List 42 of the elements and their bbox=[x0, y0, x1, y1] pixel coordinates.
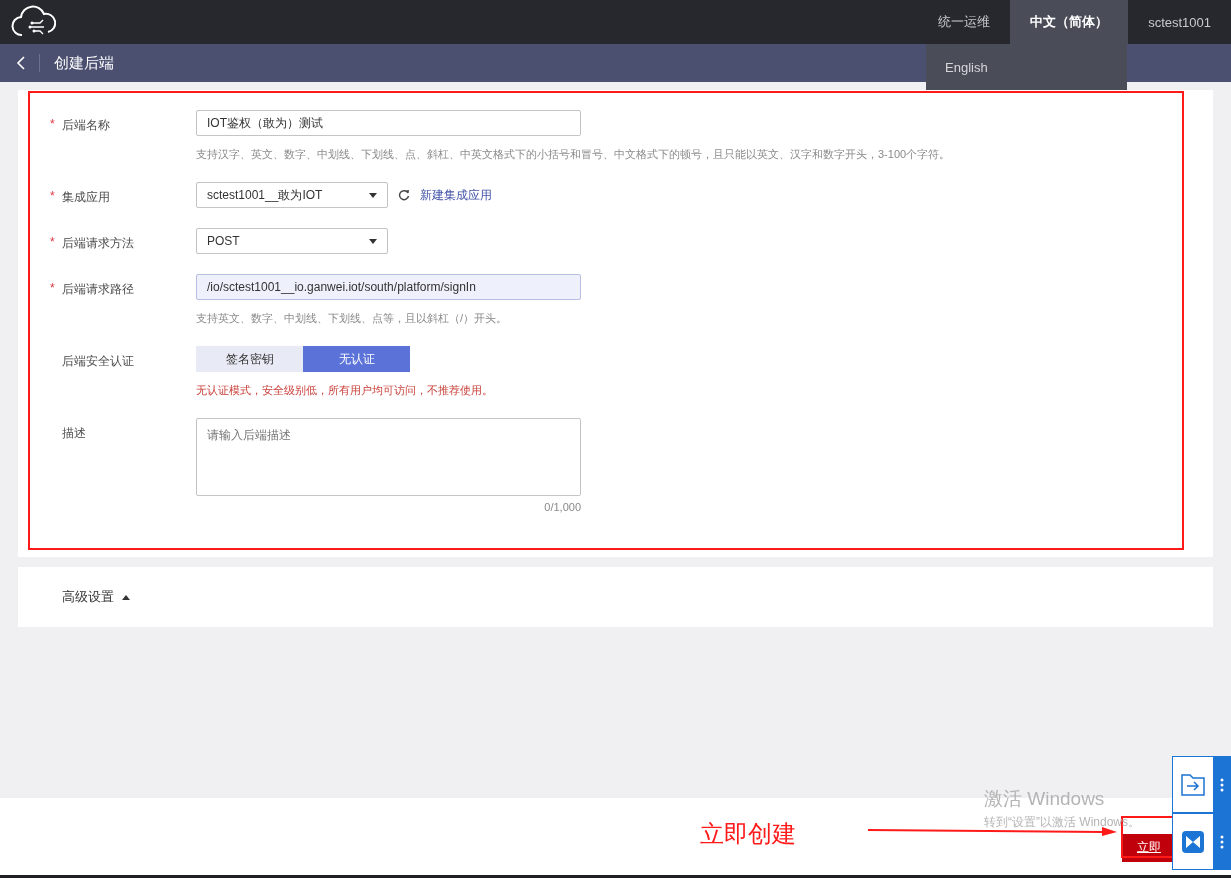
required-mark: * bbox=[50, 117, 56, 131]
back-icon[interactable] bbox=[16, 56, 25, 70]
folder-arrow-icon bbox=[1181, 773, 1205, 796]
required-mark: * bbox=[50, 281, 56, 295]
field-label: 后端名称 bbox=[62, 117, 110, 134]
warning-text: 无认证模式，安全级别低，所有用户均可访问，不推荐使用。 bbox=[196, 383, 494, 398]
page-title: 创建后端 bbox=[54, 53, 114, 73]
annotation-text: 立即创建 bbox=[700, 819, 796, 849]
advanced-settings-toggle[interactable]: 高级设置 bbox=[62, 588, 114, 606]
nav-item[interactable]: sctest1001 bbox=[1128, 0, 1231, 44]
description-textarea[interactable]: 请输入后端描述 bbox=[196, 418, 581, 496]
caret-icon bbox=[369, 192, 377, 198]
menu-item[interactable]: English bbox=[945, 59, 988, 75]
select-dropdown[interactable]: sctest1001__敢为IOT bbox=[196, 182, 388, 208]
activation-notice-title: 激活 Windows bbox=[984, 787, 1106, 811]
nav-item[interactable]: 中文（简体） bbox=[1010, 0, 1129, 44]
field-label: 集成应用 bbox=[62, 189, 110, 206]
caret-icon bbox=[369, 238, 377, 244]
text-input[interactable]: /io/sctest1001__io.ganwei.iot/south/platform/signIn bbox=[196, 274, 581, 300]
required-mark: * bbox=[50, 189, 56, 203]
field-label: 描述 bbox=[62, 425, 86, 442]
side-tool[interactable] bbox=[1172, 813, 1231, 870]
cloud-logo-icon[interactable] bbox=[10, 5, 56, 39]
text-input[interactable]: IOT鉴权（敢为）测试 bbox=[196, 110, 581, 136]
auth-option[interactable]: 签名密钥 bbox=[196, 346, 303, 372]
refresh-icon[interactable] bbox=[398, 189, 410, 201]
kebab-icon[interactable] bbox=[1219, 777, 1224, 792]
field-label: 后端请求路径 bbox=[62, 281, 134, 298]
hint-text: 支持英文、数字、中划线、下划线、点等，且以斜杠（/）开头。 bbox=[196, 311, 509, 326]
create-app-link[interactable]: 新建集成应用 bbox=[420, 186, 492, 204]
required-mark: * bbox=[50, 235, 56, 249]
caret-icon bbox=[122, 594, 130, 600]
nav-item[interactable]: 统一运维 bbox=[918, 0, 1011, 44]
bowtie-app-icon bbox=[1182, 830, 1204, 853]
auth-option[interactable]: 无认证 bbox=[303, 346, 410, 372]
select-dropdown[interactable]: POST bbox=[196, 228, 388, 254]
field-label: 后端请求方法 bbox=[62, 235, 134, 252]
hint-text: 支持汉字、英文、数字、中划线、下划线、点、斜杠、中英文格式下的小括号和冒号、中文格式下的顿号，且只能以英文、汉字和数字开头，3-100个字符。 bbox=[196, 147, 952, 162]
field-label: 后端安全认证 bbox=[62, 353, 134, 370]
char-counter: 0/1,000 bbox=[543, 501, 581, 513]
kebab-icon[interactable] bbox=[1219, 834, 1224, 849]
side-tool[interactable] bbox=[1172, 756, 1231, 813]
